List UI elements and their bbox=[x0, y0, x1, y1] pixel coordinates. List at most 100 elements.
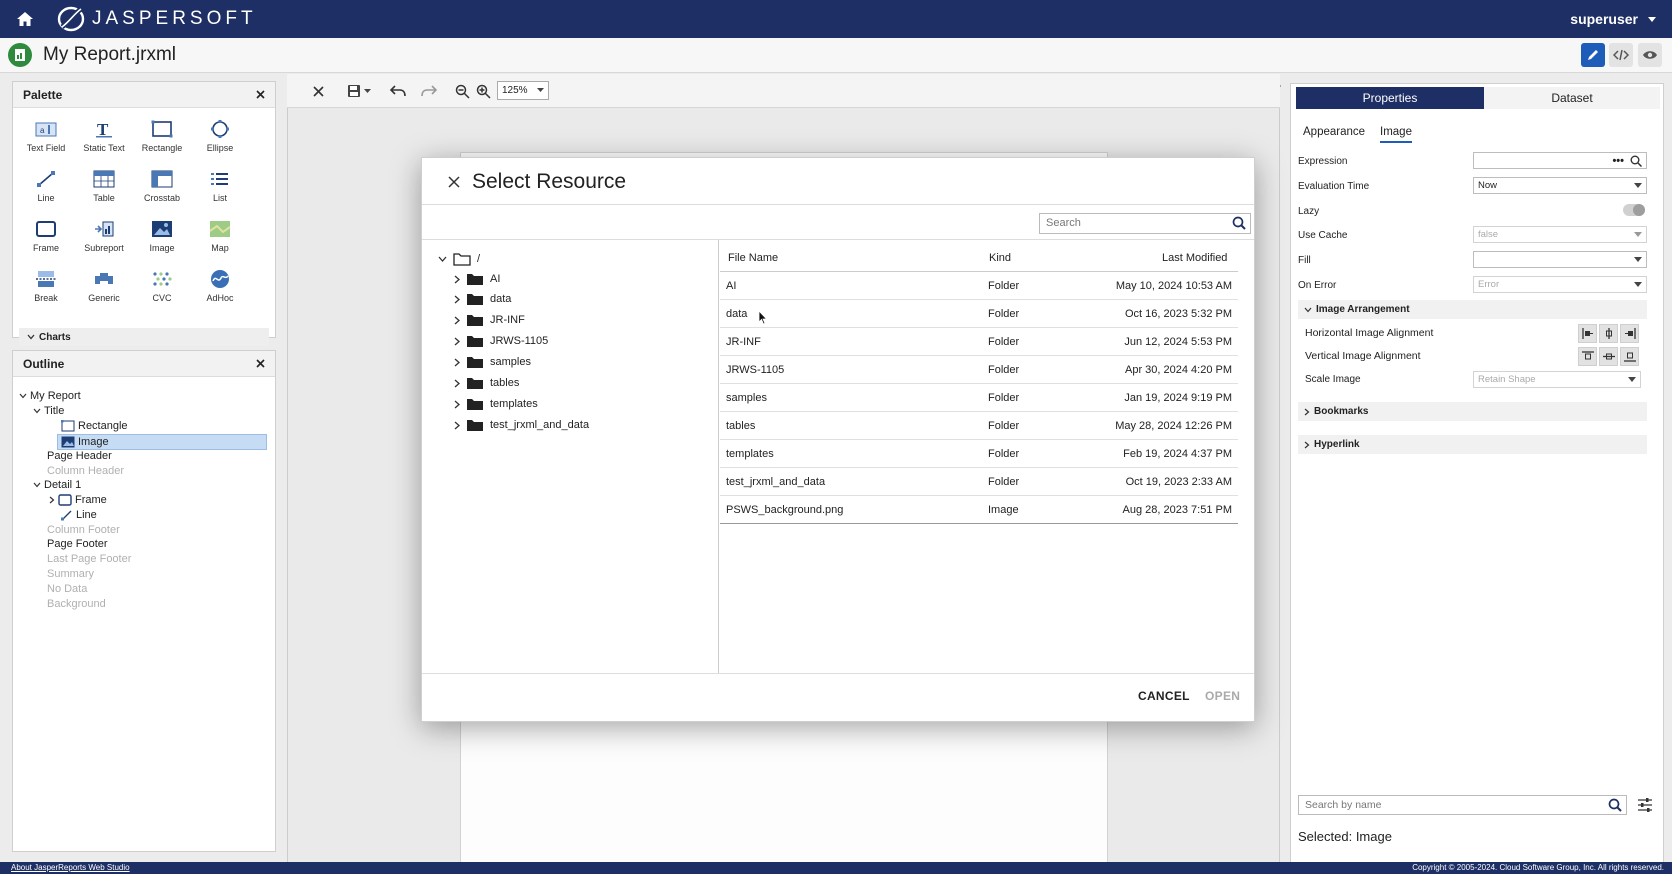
scale-image-select[interactable]: Retain Shape bbox=[1473, 371, 1641, 388]
hyperlink-section[interactable]: Hyperlink bbox=[1298, 435, 1647, 454]
subtab-appearance[interactable]: Appearance bbox=[1303, 126, 1365, 141]
tree-folder-ai[interactable]: AI bbox=[454, 270, 500, 288]
table-row[interactable]: PSWS_background.png Image Aug 28, 2023 7… bbox=[720, 496, 1238, 524]
align-right-button[interactable] bbox=[1620, 324, 1639, 343]
column-header-file-name[interactable]: File Name bbox=[728, 252, 778, 264]
bookmarks-section[interactable]: Bookmarks bbox=[1298, 402, 1647, 421]
palette-item-generic[interactable]: Generic bbox=[75, 268, 133, 314]
search-icon[interactable] bbox=[1608, 798, 1622, 812]
tree-folder-test-jrxml-and-data[interactable]: test_jrxml_and_data bbox=[454, 416, 589, 434]
subtab-image[interactable]: Image bbox=[1380, 126, 1412, 143]
resource-search-input[interactable]: Search bbox=[1039, 213, 1251, 234]
outline-item-column-header[interactable]: Column Header bbox=[47, 464, 124, 478]
close-editor-button[interactable] bbox=[309, 82, 327, 100]
palette-item-subreport[interactable]: Subreport bbox=[75, 218, 133, 264]
palette-item-static-text[interactable]: T Static Text bbox=[75, 118, 133, 164]
column-header-last-modified[interactable]: Last Modified bbox=[1162, 252, 1227, 264]
outline-item-summary[interactable]: Summary bbox=[47, 567, 94, 581]
tree-folder-jr-inf[interactable]: JR-INF bbox=[454, 311, 525, 329]
fill-select[interactable] bbox=[1473, 251, 1647, 268]
zoom-select[interactable]: 125% bbox=[497, 81, 549, 100]
palette-item-text-field[interactable]: a Text Field bbox=[17, 118, 75, 164]
tree-folder-templates[interactable]: templates bbox=[454, 395, 538, 413]
outline-item-page-footer[interactable]: Page Footer bbox=[47, 537, 108, 551]
zoom-out-button[interactable] bbox=[453, 82, 471, 100]
tree-folder-tables[interactable]: tables bbox=[454, 374, 519, 392]
outline-item-line[interactable]: Line bbox=[61, 508, 97, 522]
outline-item-column-footer[interactable]: Column Footer bbox=[47, 523, 120, 537]
table-row[interactable]: test_jrxml_and_data Folder Oct 19, 2023 … bbox=[720, 468, 1238, 496]
palette-item-ellipse[interactable]: Ellipse bbox=[191, 118, 249, 164]
palette-item-break[interactable]: Break bbox=[17, 268, 75, 314]
column-header-kind[interactable]: Kind bbox=[989, 252, 1011, 264]
tab-dataset[interactable]: Dataset bbox=[1484, 87, 1660, 109]
palette-item-crosstab[interactable]: Crosstab bbox=[133, 168, 191, 214]
dialog-close-button[interactable] bbox=[445, 173, 463, 191]
search-icon[interactable] bbox=[1630, 155, 1642, 167]
align-left-button[interactable] bbox=[1578, 324, 1597, 343]
filter-settings-icon[interactable] bbox=[1637, 797, 1653, 813]
preview-mode-button[interactable] bbox=[1638, 43, 1662, 67]
expression-field[interactable]: ••• bbox=[1473, 152, 1647, 169]
evaluation-time-select[interactable]: Now bbox=[1473, 177, 1647, 194]
palette-item-adhoc[interactable]: AdHoc bbox=[191, 268, 249, 314]
table-row[interactable]: JR-INF Folder Jun 12, 2024 5:53 PM bbox=[720, 328, 1238, 356]
outline-item-rectangle[interactable]: Rectangle bbox=[61, 419, 128, 433]
about-link[interactable]: About JasperReports Web Studio bbox=[11, 863, 130, 872]
lazy-toggle[interactable] bbox=[1623, 204, 1645, 216]
align-middle-button[interactable] bbox=[1599, 347, 1618, 366]
table-row[interactable]: AI Folder May 10, 2024 10:53 AM bbox=[720, 272, 1238, 300]
table-row[interactable]: JRWS-1105 Folder Apr 30, 2024 4:20 PM bbox=[720, 356, 1238, 384]
tab-properties[interactable]: Properties bbox=[1296, 87, 1484, 109]
tree-folder-data[interactable]: data bbox=[454, 290, 511, 308]
user-menu[interactable]: superuser bbox=[1570, 0, 1656, 38]
palette-item-cvc[interactable]: CVC bbox=[133, 268, 191, 314]
palette-item-frame[interactable]: Frame bbox=[17, 218, 75, 264]
charts-section[interactable]: Charts bbox=[19, 328, 269, 346]
palette-item-line[interactable]: Line bbox=[17, 168, 75, 214]
palette-item-map[interactable]: Map bbox=[191, 218, 249, 264]
redo-button[interactable] bbox=[420, 82, 438, 100]
tree-root[interactable]: / bbox=[438, 250, 480, 268]
more-options-icon[interactable]: ••• bbox=[1612, 155, 1624, 167]
palette-item-rectangle[interactable]: Rectangle bbox=[133, 118, 191, 164]
close-outline-button[interactable] bbox=[256, 359, 265, 368]
outline-item-frame[interactable]: Frame bbox=[49, 493, 107, 507]
zoom-in-button[interactable] bbox=[474, 82, 492, 100]
table-row[interactable]: tables Folder May 28, 2024 12:26 PM bbox=[720, 412, 1238, 440]
palette-item-table[interactable]: Table bbox=[75, 168, 133, 214]
home-button[interactable] bbox=[0, 0, 50, 38]
palette-item-list[interactable]: List bbox=[191, 168, 249, 214]
outline-item-last-page-footer[interactable]: Last Page Footer bbox=[47, 552, 131, 566]
property-search-input[interactable]: Search by name bbox=[1298, 795, 1627, 815]
folder-tree: / AI data JR-INF JRWS-1105 samples table… bbox=[422, 240, 719, 673]
undo-button[interactable] bbox=[389, 82, 407, 100]
tree-folder-jrws-1105[interactable]: JRWS-1105 bbox=[454, 332, 548, 350]
outline-item-detail-1[interactable]: Detail 1 bbox=[33, 478, 81, 492]
image-arrangement-section[interactable]: Image Arrangement bbox=[1298, 300, 1647, 319]
source-mode-button[interactable] bbox=[1609, 43, 1633, 67]
outline-item-image-selected[interactable]: Image bbox=[57, 434, 267, 450]
align-top-button[interactable] bbox=[1578, 347, 1597, 366]
design-mode-button[interactable] bbox=[1581, 43, 1605, 67]
align-bottom-button[interactable] bbox=[1620, 347, 1639, 366]
use-cache-select[interactable]: false bbox=[1473, 226, 1647, 243]
outline-item-page-header[interactable]: Page Header bbox=[47, 449, 112, 463]
outline-item-background[interactable]: Background bbox=[47, 597, 106, 611]
search-icon[interactable] bbox=[1232, 216, 1246, 230]
tree-folder-samples[interactable]: samples bbox=[454, 353, 531, 371]
outline-item-my-report[interactable]: My Report bbox=[19, 389, 81, 403]
table-row[interactable]: samples Folder Jan 19, 2024 9:19 PM bbox=[720, 384, 1238, 412]
table-row[interactable]: data Folder Oct 16, 2023 5:32 PM bbox=[720, 300, 1238, 328]
on-error-select[interactable]: Error bbox=[1473, 276, 1647, 293]
open-button[interactable]: OPEN bbox=[1205, 689, 1240, 703]
cancel-button[interactable]: CANCEL bbox=[1138, 689, 1190, 703]
palette-item-image[interactable]: Image bbox=[133, 218, 191, 264]
outline-item-title[interactable]: Title bbox=[33, 404, 64, 418]
table-row[interactable]: templates Folder Feb 19, 2024 4:37 PM bbox=[720, 440, 1238, 468]
close-palette-button[interactable] bbox=[256, 90, 265, 99]
save-button[interactable] bbox=[345, 82, 373, 100]
brand-name: JASPERSOFT bbox=[92, 8, 257, 29]
align-center-button[interactable] bbox=[1599, 324, 1618, 343]
outline-item-no-data[interactable]: No Data bbox=[47, 582, 87, 596]
